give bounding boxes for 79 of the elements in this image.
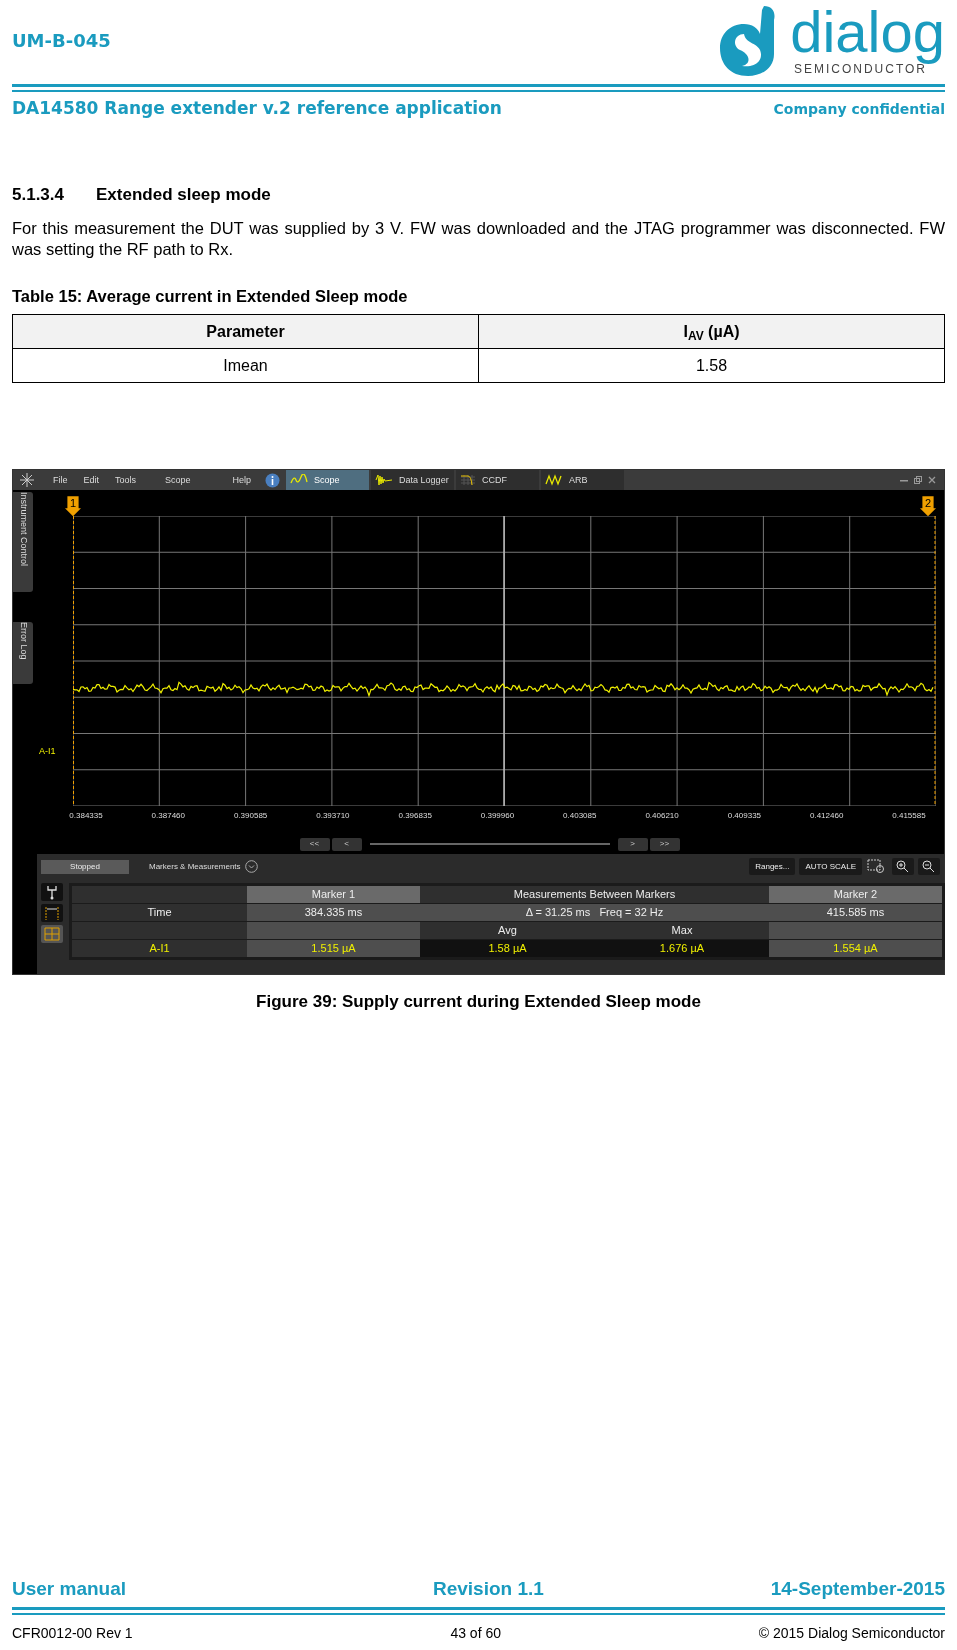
table-grid-icon[interactable] <box>41 925 63 944</box>
zoom-in-icon[interactable] <box>892 858 914 876</box>
app-tab[interactable]: Scope <box>286 470 370 491</box>
footer-date: 14-September-2015 <box>770 1576 945 1601</box>
table-cell: Imean <box>12 348 479 383</box>
axis-tick-label: 0.409335 <box>726 810 763 823</box>
scroll-track[interactable] <box>369 843 610 846</box>
table-caption: Table 15: Average current in Extended Sleep mode <box>12 285 409 307</box>
document-id: UM-B-045 <box>12 29 111 53</box>
column-header: Measurements Between Markers <box>420 886 769 904</box>
marker-flag[interactable]: 2 <box>920 496 936 517</box>
axis-tick-label: 0.390585 <box>232 810 269 823</box>
marker-span-icon[interactable] <box>41 904 63 923</box>
app-tab[interactable]: ARB <box>541 470 625 491</box>
status-indicator: Stopped <box>41 859 129 874</box>
axis-tick-label: 0.387460 <box>150 810 186 823</box>
axis-tick-label: 0.415585 <box>891 810 927 823</box>
table-cell: 415.585 ms <box>769 904 942 922</box>
row-header: A-I1 <box>72 940 247 958</box>
menu-item[interactable]: File <box>53 473 68 487</box>
chevron-down-icon[interactable] <box>244 860 258 874</box>
toolbar-button[interactable]: AUTO SCALE <box>799 858 862 876</box>
column-header: Marker 1 <box>247 886 420 904</box>
wave-icon <box>545 474 564 487</box>
restore-icon[interactable] <box>914 476 922 485</box>
confidentiality-label: Company confidential <box>773 99 945 119</box>
menu-item[interactable]: Tools <box>115 473 137 487</box>
page-number: 43 of 60 <box>450 1624 501 1643</box>
figure-caption: Figure 39: Supply current during Extended Sleep mode <box>255 991 702 1014</box>
row-header: Time <box>72 904 247 922</box>
table-cell: 1.58 µA <box>420 940 595 958</box>
grid-curve-icon <box>460 474 477 487</box>
toolbar-button[interactable]: Ranges... <box>749 858 796 876</box>
axis-tick-label: 0.393710 <box>315 810 351 823</box>
footer-doc-type: User manual <box>12 1576 127 1601</box>
table-cell: 384.335 ms <box>247 904 420 922</box>
section-title: Extended sleep mode <box>96 184 271 206</box>
scroll-button[interactable]: > <box>617 837 648 851</box>
axis-tick-label: 0.396835 <box>397 810 433 823</box>
zoom-out-icon[interactable] <box>918 858 940 876</box>
document-subtitle: DA14580 Range extender v.2 reference application <box>12 97 502 121</box>
scroll-button[interactable]: >> <box>649 837 680 851</box>
marker-flag[interactable]: 1 <box>65 496 81 517</box>
column-header: Marker 2 <box>769 886 942 904</box>
table-cell: 1.676 µA <box>595 940 769 958</box>
app-tab[interactable]: Data Logger <box>371 470 455 491</box>
table-cell: 1.554 µA <box>769 940 942 958</box>
app-tab[interactable]: CCDF <box>456 470 540 491</box>
footer-form-id: CFR0012-00 Rev 1 <box>12 1624 133 1643</box>
axis-tick-label: 0.399960 <box>479 810 516 823</box>
table-cell: 1.515 µA <box>247 940 420 958</box>
side-tab[interactable]: Instrument Control <box>13 492 33 593</box>
menu-item[interactable]: Help <box>232 473 252 487</box>
starburst-logo-icon <box>19 472 35 489</box>
menu-item[interactable]: Edit <box>83 473 100 487</box>
table-header: Parameter <box>12 314 479 349</box>
channel-label: A-I1 <box>39 745 56 759</box>
footer-revision: Revision 1.1 <box>432 1576 544 1601</box>
axis-tick-label: 0.384335 <box>68 810 104 823</box>
column-header: Max <box>595 922 769 940</box>
axis-tick-label: 0.406210 <box>644 810 680 823</box>
probe-icon[interactable] <box>41 883 63 902</box>
menu-item[interactable]: Scope <box>165 473 191 487</box>
info-icon[interactable] <box>265 472 281 488</box>
copyright-notice: © 2015 Dialog Semiconductor <box>758 1624 945 1643</box>
side-tab[interactable]: Error Log <box>13 622 33 685</box>
section-number: 5.1.3.4 <box>12 184 64 206</box>
body-paragraph: For this measurement the DUT was supplied by 3 V. FW was downloaded and the JTAG programmer was disconnected. FW was setting the RF path to Rx. <box>12 217 945 260</box>
column-header: Avg <box>420 922 595 940</box>
scroll-button[interactable]: < <box>331 837 362 851</box>
table-cell: 1.58 <box>478 348 945 383</box>
signal-burst-icon <box>375 474 394 487</box>
axis-tick-label: 0.412460 <box>809 810 845 823</box>
scroll-button[interactable]: << <box>299 837 330 851</box>
table-header: I$_{AV}$ (µA) <box>478 314 945 349</box>
axis-tick-label: 0.403085 <box>562 810 598 823</box>
panel-title: Markers & Measurements <box>149 860 241 873</box>
table-cell: Δ = 31.25 ms Freq = 32 Hz <box>420 904 769 922</box>
close-icon[interactable] <box>928 476 936 485</box>
